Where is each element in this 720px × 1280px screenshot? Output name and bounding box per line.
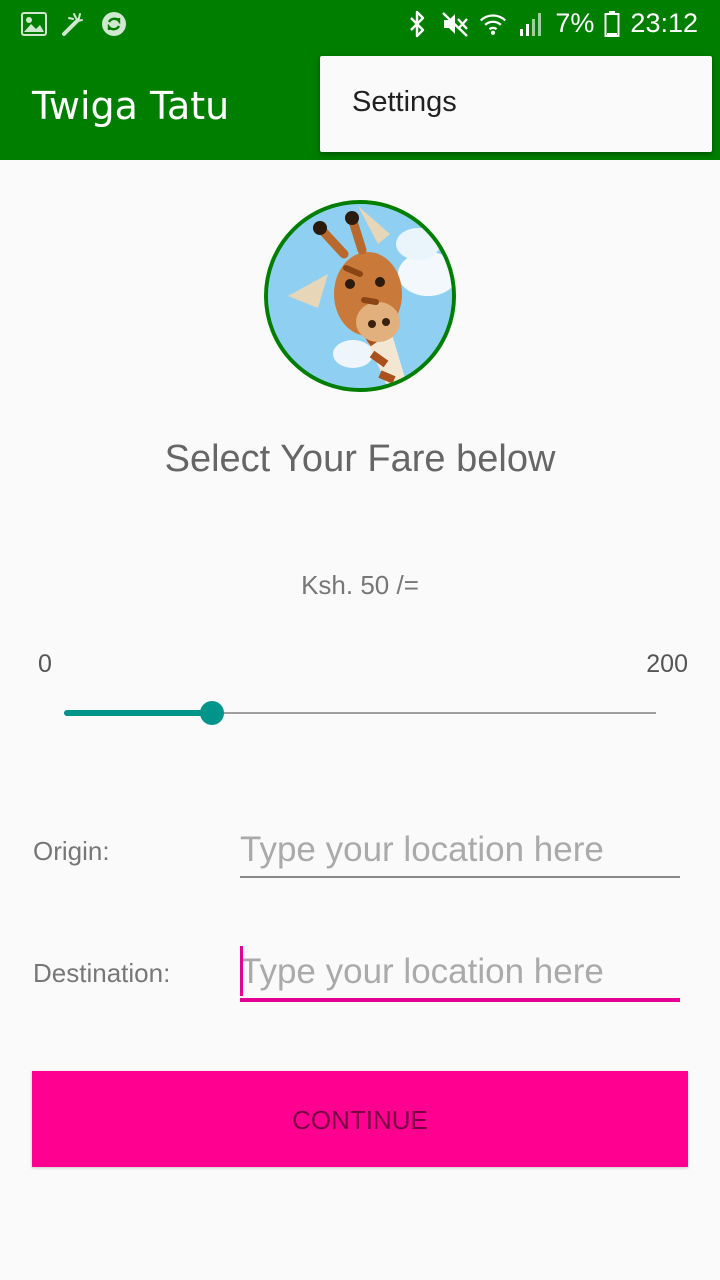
destination-input[interactable] [240,950,680,994]
magic-wand-icon [60,10,88,38]
fare-value: Ksh. 50 /= [301,570,419,600]
destination-label: Destination: [33,958,171,988]
app-title: Twiga Tatu [32,84,230,128]
battery-percent: 7% [555,8,595,38]
mute-icon [441,10,469,38]
origin-label: Origin: [33,836,110,866]
slider-fill [64,710,212,716]
text-cursor [240,946,243,996]
continue-button[interactable]: CONTINUE [32,1071,688,1167]
bluetooth-icon [403,10,431,38]
slider-thumb[interactable] [200,701,224,725]
destination-underline [240,998,680,1002]
overflow-menu: Settings [320,56,712,152]
clock: 23:12 [630,8,698,38]
page-heading: Select Your Fare below [164,438,556,480]
battery-icon [604,10,620,38]
slider-min-label: 0 [38,650,52,678]
origin-underline [240,876,680,878]
fare-slider[interactable] [64,700,656,726]
origin-input[interactable] [240,828,680,872]
slider-max-label: 200 [646,650,688,678]
giraffe-avatar [264,200,456,392]
status-bar: 7% 23:12 [0,0,720,50]
wifi-icon [479,10,507,38]
sync-icon [100,10,128,38]
signal-icon [517,10,545,38]
image-icon [20,10,48,38]
menu-item-settings[interactable]: Settings [352,86,457,119]
